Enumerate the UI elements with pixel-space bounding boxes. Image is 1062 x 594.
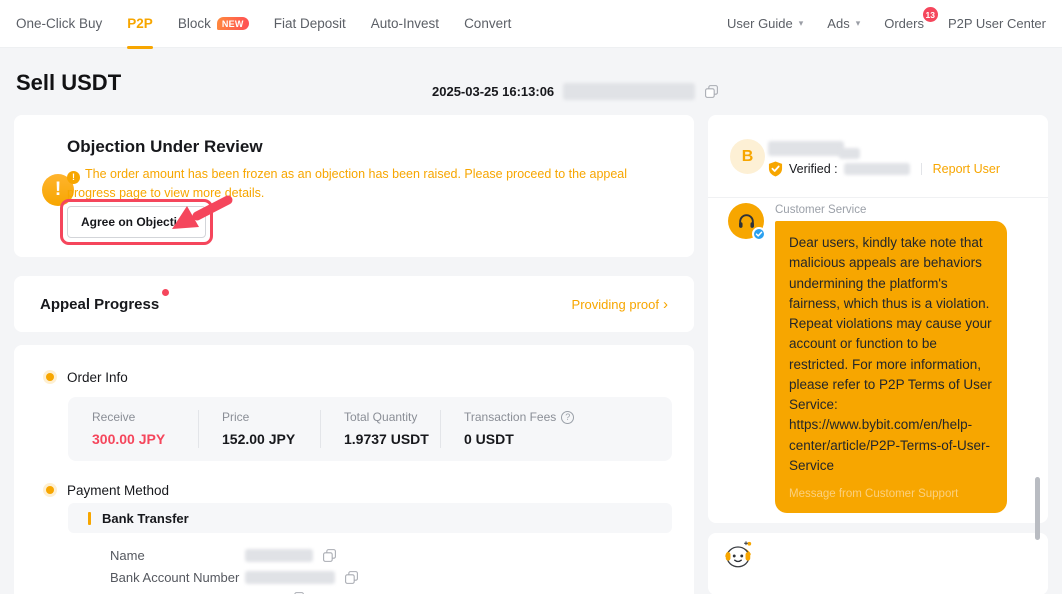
redacted-username bbox=[768, 141, 844, 156]
order-details-card: Order Info Receive 300.00 JPY Price 152.… bbox=[14, 345, 694, 594]
appeal-progress-label: Appeal Progress bbox=[40, 296, 159, 313]
receive-value: 300.00 JPY bbox=[92, 431, 198, 447]
nav-ads[interactable]: Ads ▾ bbox=[827, 16, 860, 31]
nav-block[interactable]: Block NEW bbox=[178, 16, 249, 31]
nav-orders-label: Orders bbox=[884, 16, 924, 31]
payment-account-row: Bank Account Number bbox=[110, 570, 359, 585]
payment-method-bar: Bank Transfer bbox=[68, 503, 672, 533]
orders-count-badge: 13 bbox=[923, 7, 938, 22]
price-label: Price bbox=[222, 410, 320, 424]
nav-ads-label: Ads bbox=[827, 16, 849, 31]
order-timestamp: 2025-03-25 16:13:06 bbox=[432, 84, 554, 99]
divider bbox=[708, 197, 1048, 198]
message-footer: Message from Customer Support bbox=[789, 486, 993, 503]
nav-block-label: Block bbox=[178, 16, 211, 31]
help-icon[interactable]: ? bbox=[561, 411, 574, 424]
bullet-dot-icon bbox=[46, 373, 54, 381]
objection-message-text: The order amount has been frozen as an o… bbox=[67, 167, 627, 200]
receive-field: Receive 300.00 JPY bbox=[68, 397, 198, 461]
order-meta: 2025-03-25 16:13:06 bbox=[432, 83, 719, 100]
bank-account-number-label: Bank Account Number bbox=[110, 570, 245, 585]
appeal-progress-card: Appeal Progress Providing proof › bbox=[14, 276, 694, 332]
verified-check-icon bbox=[752, 227, 766, 241]
support-bot-icon[interactable] bbox=[722, 539, 754, 571]
page-title: Sell USDT bbox=[16, 70, 121, 96]
price-field: Price 152.00 JPY bbox=[198, 397, 320, 461]
notification-dot bbox=[162, 289, 169, 296]
nav-convert[interactable]: Convert bbox=[464, 16, 511, 31]
transaction-fees-label: Transaction Fees bbox=[464, 410, 556, 424]
bullet-dot-icon bbox=[46, 486, 54, 494]
total-quantity-value: 1.9737 USDT bbox=[344, 431, 440, 447]
report-user-link[interactable]: Report User bbox=[933, 162, 1000, 176]
redacted-verified-value bbox=[844, 163, 910, 175]
customer-service-message: Dear users, kindly take note that malici… bbox=[775, 221, 1007, 513]
redacted-order-number bbox=[563, 83, 695, 100]
avatar[interactable]: B bbox=[730, 139, 765, 174]
nav-orders[interactable]: Orders 13 bbox=[884, 16, 924, 31]
providing-proof-link[interactable]: Providing proof › bbox=[572, 297, 668, 312]
redacted-name-value bbox=[245, 549, 313, 562]
payment-method-title: Payment Method bbox=[67, 483, 169, 498]
nav-p2p[interactable]: P2P bbox=[127, 16, 153, 31]
verified-row: Verified : Report User bbox=[768, 161, 1000, 177]
alert-icon: ! bbox=[67, 171, 80, 184]
nav-right: User Guide ▾ Ads ▾ Orders 13 P2P User Ce… bbox=[727, 16, 1046, 31]
order-info-title: Order Info bbox=[67, 370, 128, 385]
chat-card: B Verified : Report User Customer Servic… bbox=[708, 115, 1048, 523]
order-info-section-header: Order Info bbox=[46, 369, 128, 385]
nav-p2p-user-center[interactable]: P2P User Center bbox=[948, 16, 1046, 31]
transaction-fees-value: 0 USDT bbox=[464, 431, 672, 447]
copy-icon[interactable] bbox=[344, 570, 359, 585]
nav-user-guide-label: User Guide bbox=[727, 16, 793, 31]
nav-user-guide[interactable]: User Guide ▾ bbox=[727, 16, 803, 31]
nav-left: One-Click Buy P2P Block NEW Fiat Deposit… bbox=[16, 16, 511, 31]
bank-transfer-label: Bank Transfer bbox=[102, 511, 189, 526]
order-info-box: Receive 300.00 JPY Price 152.00 JPY Tota… bbox=[68, 397, 672, 461]
nav-fiat-deposit[interactable]: Fiat Deposit bbox=[274, 16, 346, 31]
chat-scrollbar[interactable] bbox=[1035, 477, 1040, 540]
accent-bar-icon bbox=[88, 512, 91, 525]
chevron-down-icon: ▾ bbox=[856, 18, 861, 29]
chevron-right-icon: › bbox=[663, 297, 668, 312]
transaction-fees-field: Transaction Fees ? 0 USDT bbox=[440, 397, 672, 461]
total-quantity-label: Total Quantity bbox=[344, 410, 440, 424]
name-label: Name bbox=[110, 548, 245, 563]
payment-name-row: Name bbox=[110, 548, 337, 563]
objection-card: ! Objection Under Review !The order amou… bbox=[14, 115, 694, 257]
receive-label: Receive bbox=[92, 410, 198, 424]
total-quantity-field: Total Quantity 1.9737 USDT bbox=[320, 397, 440, 461]
verified-shield-icon bbox=[768, 161, 783, 177]
new-badge: NEW bbox=[217, 17, 249, 31]
price-value: 152.00 JPY bbox=[222, 431, 320, 447]
nav-auto-invest[interactable]: Auto-Invest bbox=[371, 16, 439, 31]
objection-title: Objection Under Review bbox=[67, 137, 263, 157]
divider bbox=[921, 163, 922, 175]
chevron-down-icon: ▾ bbox=[799, 18, 804, 29]
verified-label: Verified : bbox=[789, 162, 838, 176]
customer-service-message-text: Dear users, kindly take note that malici… bbox=[789, 233, 993, 476]
payment-method-section-header: Payment Method bbox=[46, 482, 169, 498]
chat-input-card bbox=[708, 533, 1048, 594]
headset-icon bbox=[737, 212, 756, 231]
nav-one-click-buy[interactable]: One-Click Buy bbox=[16, 16, 102, 31]
copy-icon[interactable] bbox=[704, 84, 719, 99]
redacted-account-value bbox=[245, 571, 335, 584]
annotation-arrow-icon bbox=[166, 191, 238, 239]
top-nav: One-Click Buy P2P Block NEW Fiat Deposit… bbox=[0, 0, 1062, 48]
providing-proof-label: Providing proof bbox=[572, 297, 659, 312]
copy-icon[interactable] bbox=[322, 548, 337, 563]
redacted-username bbox=[839, 148, 860, 159]
customer-service-name: Customer Service bbox=[775, 204, 866, 216]
appeal-progress-title: Appeal Progress bbox=[40, 296, 159, 313]
